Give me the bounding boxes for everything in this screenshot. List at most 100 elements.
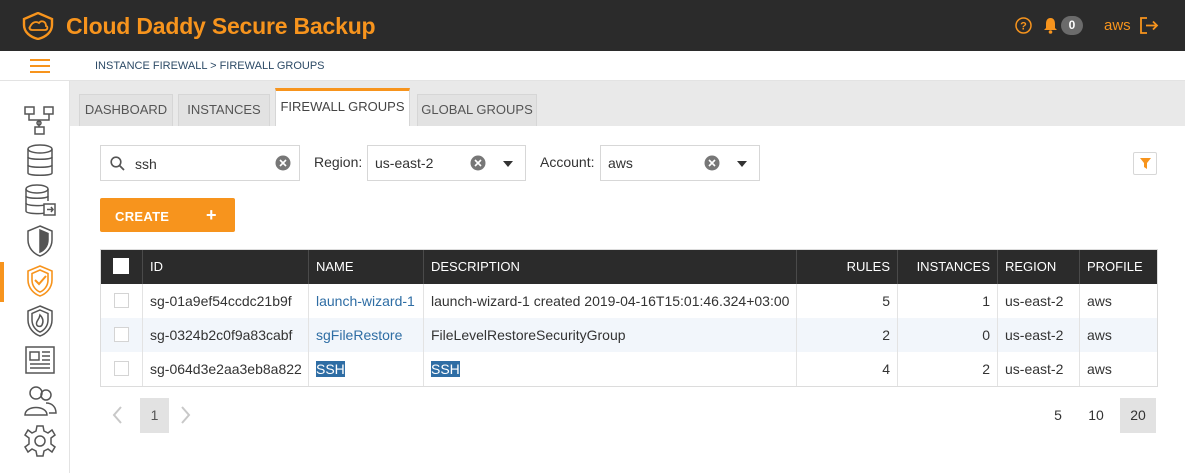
chevron-down-icon[interactable] bbox=[737, 161, 747, 167]
account-label: Account: bbox=[540, 154, 595, 170]
cell-instances: 2 bbox=[897, 352, 997, 386]
sidebar-item-users[interactable] bbox=[22, 383, 60, 419]
account-select[interactable]: aws bbox=[600, 145, 760, 181]
tab-instances[interactable]: INSTANCES bbox=[178, 94, 270, 126]
sidebar-item-network[interactable] bbox=[22, 103, 60, 139]
create-button[interactable]: CREATE + bbox=[100, 198, 235, 232]
network-icon bbox=[24, 106, 54, 135]
cell-description: SSH bbox=[423, 352, 796, 386]
database-icon bbox=[27, 144, 53, 176]
cell-name: SSH bbox=[308, 352, 423, 386]
chevron-down-icon[interactable] bbox=[503, 161, 513, 167]
search-icon bbox=[110, 156, 125, 171]
cell-id: sg-0324b2c0f9a83cabf bbox=[142, 318, 308, 352]
user-name[interactable]: aws bbox=[1104, 17, 1131, 34]
tab-bar: DASHBOARD INSTANCES FIREWALL GROUPS GLOB… bbox=[70, 81, 1185, 126]
logout-icon[interactable] bbox=[1139, 16, 1159, 35]
page-button-current[interactable]: 1 bbox=[140, 398, 169, 433]
bell-icon[interactable] bbox=[1043, 17, 1058, 34]
column-header-id[interactable]: ID bbox=[142, 250, 308, 284]
cell-rules: 2 bbox=[796, 318, 897, 352]
main-content: DASHBOARD INSTANCES FIREWALL GROUPS GLOB… bbox=[70, 81, 1185, 473]
cell-region: us-east-2 bbox=[997, 284, 1079, 318]
sidebar-item-reports[interactable] bbox=[22, 343, 60, 379]
menu-toggle-icon[interactable] bbox=[30, 59, 50, 73]
page-size-10[interactable]: 10 bbox=[1082, 398, 1110, 433]
help-icon[interactable]: ? bbox=[1015, 17, 1032, 34]
search-box bbox=[100, 145, 300, 181]
shield-fire-icon bbox=[27, 305, 53, 337]
top-bar: Cloud Daddy Secure Backup ? 0 aws bbox=[0, 0, 1185, 51]
row-checkbox[interactable] bbox=[114, 361, 129, 376]
shield-icon bbox=[27, 225, 53, 257]
search-input[interactable] bbox=[135, 154, 265, 174]
description-highlight: SSH bbox=[431, 361, 460, 377]
row-checkbox[interactable] bbox=[114, 293, 129, 308]
cell-instances: 0 bbox=[897, 318, 997, 352]
cell-name: launch-wizard-1 bbox=[308, 284, 423, 318]
cell-description: FileLevelRestoreSecurityGroup bbox=[423, 318, 796, 352]
tab-firewall-groups[interactable]: FIREWALL GROUPS bbox=[275, 88, 410, 126]
group-name-link[interactable]: sgFileRestore bbox=[316, 327, 402, 343]
region-label: Region: bbox=[314, 154, 363, 170]
cell-region: us-east-2 bbox=[997, 318, 1079, 352]
table-header: ID NAME DESCRIPTION RULES INSTANCES REGI… bbox=[101, 250, 1157, 284]
page-size-20[interactable]: 20 bbox=[1120, 398, 1156, 433]
report-icon bbox=[25, 346, 55, 374]
cell-name: sgFileRestore bbox=[308, 318, 423, 352]
clear-search-icon[interactable] bbox=[275, 155, 291, 171]
row-select-cell bbox=[101, 284, 142, 318]
select-all-checkbox[interactable] bbox=[113, 258, 129, 274]
breadcrumb-bar: INSTANCE FIREWALL > FIREWALL GROUPS bbox=[0, 51, 1185, 81]
sidebar-item-databases[interactable] bbox=[22, 143, 60, 179]
users-icon bbox=[24, 386, 57, 416]
column-header-description[interactable]: DESCRIPTION bbox=[423, 250, 796, 284]
cell-profile: aws bbox=[1079, 318, 1159, 352]
table-row[interactable]: sg-064d3e2aa3eb8a822 SSH SSH 4 2 us-east… bbox=[101, 352, 1157, 386]
filter-button[interactable] bbox=[1133, 152, 1157, 175]
cell-profile: aws bbox=[1079, 284, 1159, 318]
cell-id: sg-064d3e2aa3eb8a822 bbox=[142, 352, 308, 386]
notification-count-badge[interactable]: 0 bbox=[1061, 16, 1083, 35]
column-header-profile[interactable]: PROFILE bbox=[1079, 250, 1159, 284]
column-header-rules[interactable]: RULES bbox=[796, 250, 897, 284]
row-select-cell bbox=[101, 318, 142, 352]
row-checkbox[interactable] bbox=[114, 327, 129, 342]
clear-region-icon[interactable] bbox=[470, 155, 486, 171]
column-header-region[interactable]: REGION bbox=[997, 250, 1079, 284]
tab-global-groups[interactable]: GLOBAL GROUPS bbox=[417, 94, 537, 126]
cell-rules: 5 bbox=[796, 284, 897, 318]
cell-id: sg-01a9ef54ccdc21b9f bbox=[142, 284, 308, 318]
table-row[interactable]: sg-0324b2c0f9a83cabf sgFileRestore FileL… bbox=[101, 318, 1157, 352]
tab-dashboard[interactable]: DASHBOARD bbox=[79, 94, 173, 126]
group-name-link[interactable]: SSH bbox=[316, 361, 345, 377]
cell-instances: 1 bbox=[897, 284, 997, 318]
create-button-label: CREATE bbox=[115, 209, 170, 224]
settings-gear-icon bbox=[24, 425, 56, 457]
column-header-instances[interactable]: INSTANCES bbox=[897, 250, 997, 284]
row-select-cell bbox=[101, 352, 142, 386]
sidebar-item-security[interactable] bbox=[22, 223, 60, 259]
database-export-icon bbox=[25, 184, 56, 216]
svg-text:?: ? bbox=[1020, 21, 1027, 33]
sidebar-item-database-export[interactable] bbox=[22, 183, 60, 219]
chevron-left-icon[interactable] bbox=[110, 404, 126, 426]
app-title: Cloud Daddy Secure Backup bbox=[66, 13, 376, 39]
sidebar-item-firewall[interactable] bbox=[22, 303, 60, 339]
cell-description: launch-wizard-1 created 2019-04-16T15:01… bbox=[423, 284, 796, 318]
page-size-5[interactable]: 5 bbox=[1048, 398, 1068, 433]
cell-profile: aws bbox=[1079, 352, 1159, 386]
table-row[interactable]: sg-01a9ef54ccdc21b9f launch-wizard-1 lau… bbox=[101, 284, 1157, 318]
group-name-link[interactable]: launch-wizard-1 bbox=[316, 293, 415, 309]
region-value: us-east-2 bbox=[375, 155, 434, 171]
plus-icon: + bbox=[206, 205, 217, 225]
column-header-name[interactable]: NAME bbox=[308, 250, 423, 284]
breadcrumb[interactable]: INSTANCE FIREWALL > FIREWALL GROUPS bbox=[95, 60, 325, 72]
account-value: aws bbox=[608, 155, 633, 171]
cell-rules: 4 bbox=[796, 352, 897, 386]
clear-account-icon[interactable] bbox=[704, 155, 720, 171]
sidebar-item-instance-firewall[interactable] bbox=[22, 263, 60, 299]
sidebar-item-settings[interactable] bbox=[22, 423, 60, 459]
chevron-right-icon[interactable] bbox=[177, 404, 193, 426]
region-select[interactable]: us-east-2 bbox=[367, 145, 526, 181]
